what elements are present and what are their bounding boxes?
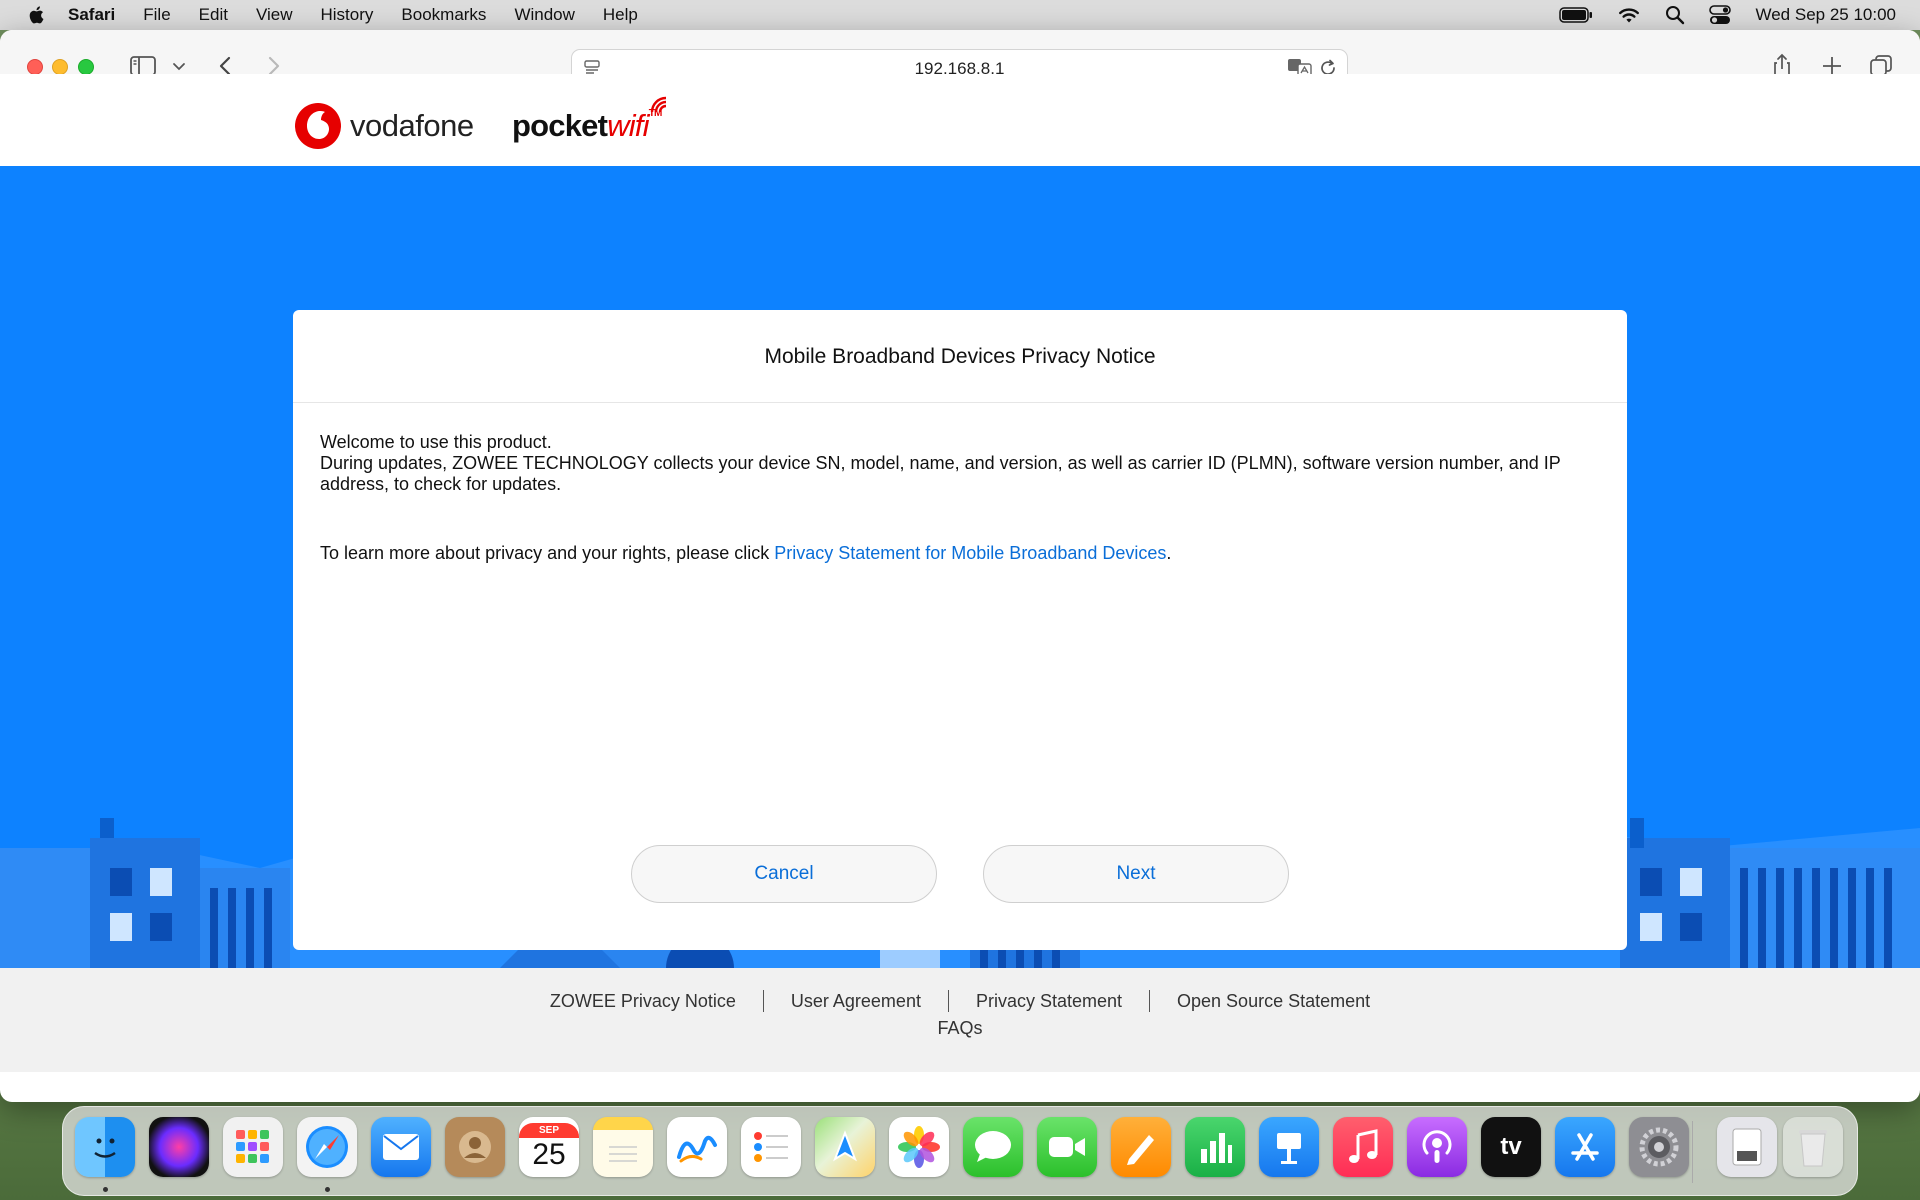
control-center-icon[interactable] (1709, 5, 1732, 25)
page-footer: ZOWEE Privacy Notice User Agreement Priv… (0, 968, 1920, 1072)
menu-history[interactable]: History (321, 5, 374, 25)
pages-icon[interactable] (1111, 1117, 1171, 1177)
safari-icon[interactable] (297, 1117, 357, 1177)
apple-icon[interactable] (26, 4, 48, 26)
footer-link-open-source-statement[interactable]: Open Source Statement (1177, 991, 1370, 1012)
app-store-icon[interactable] (1555, 1117, 1615, 1177)
menu-app-name[interactable]: Safari (68, 5, 115, 25)
finder-icon[interactable] (75, 1117, 135, 1177)
footer-divider (762, 990, 764, 1012)
vodafone-wordmark: vodafone (350, 108, 474, 143)
menu-view[interactable]: View (256, 5, 293, 25)
photos-icon[interactable] (889, 1117, 949, 1177)
learn-more-prefix: To learn more about privacy and your rig… (320, 543, 775, 563)
footer-link-user-agreement[interactable]: User Agreement (791, 991, 921, 1012)
calendar-month: SEP (519, 1122, 579, 1138)
learn-more-suffix: . (1166, 543, 1172, 563)
menu-file[interactable]: File (143, 5, 170, 25)
zoom-window-button[interactable] (78, 59, 94, 75)
footer-divider (1149, 990, 1151, 1012)
podcasts-icon[interactable] (1407, 1117, 1467, 1177)
messages-icon[interactable] (963, 1117, 1023, 1177)
dialog-title: Mobile Broadband Devices Privacy Notice (293, 310, 1627, 403)
menu-help[interactable]: Help (603, 5, 638, 25)
battery-icon[interactable] (1559, 7, 1593, 23)
privacy-notice-dialog: Mobile Broadband Devices Privacy Notice … (293, 310, 1627, 950)
calendar-day: 25 (532, 1137, 566, 1171)
footer-link-zowee-privacy-notice[interactable]: ZOWEE Privacy Notice (550, 991, 736, 1012)
apple-tv-icon[interactable]: tv (1481, 1117, 1541, 1177)
minimize-window-button[interactable] (52, 59, 68, 75)
pocketwifi-prefix: pocket (512, 108, 608, 143)
close-window-button[interactable] (27, 59, 43, 75)
numbers-icon[interactable] (1185, 1117, 1245, 1177)
welcome-text: Welcome to use this product. (320, 432, 552, 452)
data-collection-text: During updates, ZOWEE TECHNOLOGY collect… (320, 453, 1561, 494)
menu-edit[interactable]: Edit (199, 5, 228, 25)
dock: SEP 25 tv (62, 1106, 1858, 1196)
notes-icon[interactable] (593, 1117, 653, 1177)
calendar-icon[interactable]: SEP 25 (519, 1117, 579, 1177)
wifi-icon[interactable] (1617, 6, 1641, 24)
menu-bookmarks[interactable]: Bookmarks (401, 5, 486, 25)
mail-icon[interactable] (371, 1117, 431, 1177)
vodafone-logo-icon[interactable] (294, 102, 342, 150)
facetime-icon[interactable] (1037, 1117, 1097, 1177)
footer-divider (947, 990, 949, 1012)
footer-links: ZOWEE Privacy Notice User Agreement Priv… (0, 990, 1920, 1012)
footer-link-privacy-statement[interactable]: Privacy Statement (976, 991, 1122, 1012)
launchpad-icon[interactable] (223, 1117, 283, 1177)
reminders-icon[interactable] (741, 1117, 801, 1177)
downloads-folder-icon[interactable] (1717, 1117, 1777, 1177)
dock-separator (1692, 1121, 1693, 1183)
spotlight-search-icon[interactable] (1665, 5, 1685, 25)
dialog-body: Welcome to use this product. During upda… (320, 432, 1610, 495)
footer-link-faqs[interactable]: FAQs (0, 1018, 1920, 1039)
cancel-button[interactable]: Cancel (631, 845, 937, 903)
apple-tv-label: tv (1500, 1133, 1522, 1160)
running-indicator (325, 1187, 330, 1192)
learn-more-text: To learn more about privacy and your rig… (320, 543, 1171, 564)
contacts-icon[interactable] (445, 1117, 505, 1177)
maps-icon[interactable] (815, 1117, 875, 1177)
music-icon[interactable] (1333, 1117, 1393, 1177)
page-header: vodafone pocketwifiTM (0, 74, 1920, 166)
signal-waves-icon (650, 96, 667, 113)
menu-bar: Safari File Edit View History Bookmarks … (0, 0, 1920, 30)
trash-icon[interactable] (1783, 1117, 1843, 1177)
siri-icon[interactable] (149, 1117, 209, 1177)
privacy-statement-link[interactable]: Privacy Statement for Mobile Broadband D… (774, 543, 1166, 563)
menubar-clock[interactable]: Wed Sep 25 10:00 (1755, 5, 1896, 25)
running-indicator (103, 1187, 108, 1192)
next-button[interactable]: Next (983, 845, 1289, 903)
system-settings-icon[interactable] (1629, 1117, 1689, 1177)
freeform-icon[interactable] (667, 1117, 727, 1177)
keynote-icon[interactable] (1259, 1117, 1319, 1177)
menu-window[interactable]: Window (514, 5, 574, 25)
